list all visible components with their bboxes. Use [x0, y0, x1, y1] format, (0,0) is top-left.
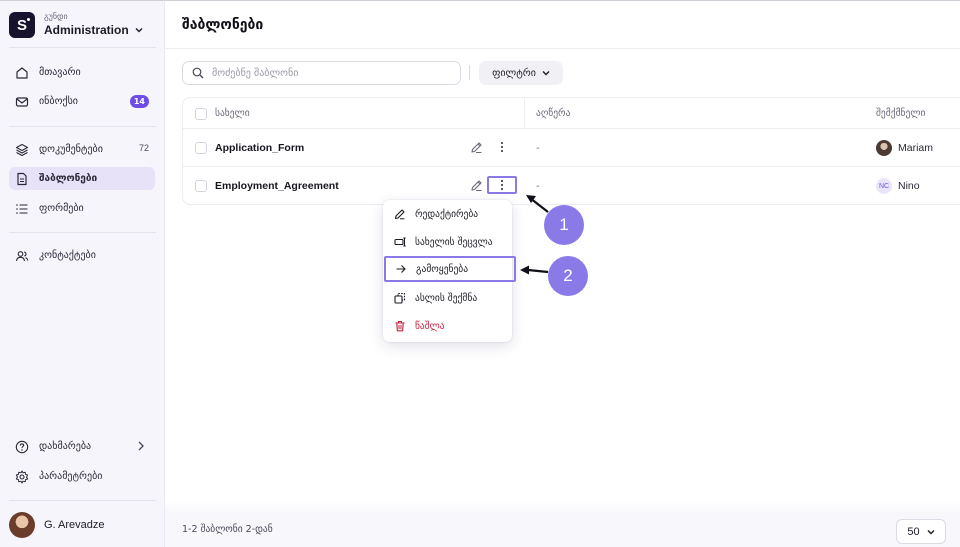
step-callout-2: 2 [548, 256, 588, 296]
annotation-arrows [520, 195, 549, 275]
step-callout-1: 1 [544, 205, 584, 245]
